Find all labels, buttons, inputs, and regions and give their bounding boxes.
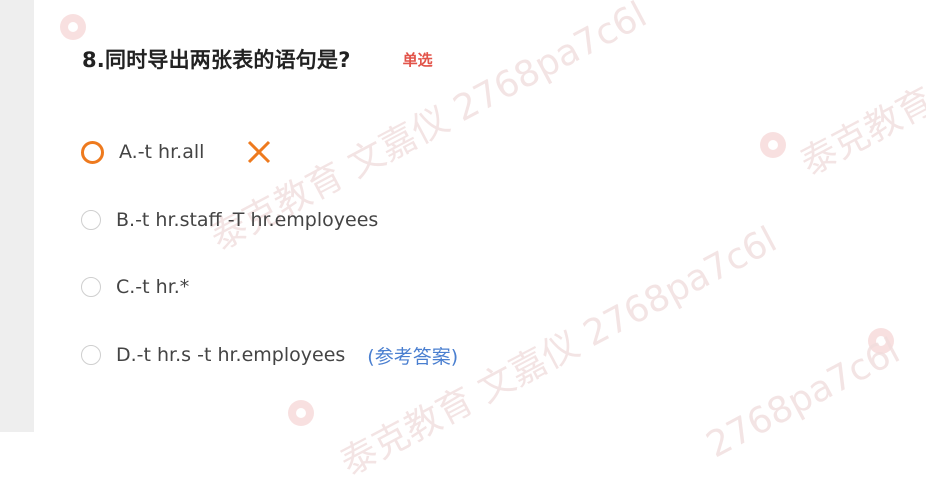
question-type-badge: 单选 xyxy=(402,50,433,69)
radio-selected-icon[interactable] xyxy=(81,140,104,164)
option-c[interactable]: C.-t hr.* xyxy=(81,272,189,302)
option-a[interactable]: A.-t hr.all xyxy=(81,137,272,167)
left-rail xyxy=(0,0,34,432)
option-d[interactable]: D.-t hr.s -t hr.employees (参考答案) xyxy=(81,340,458,370)
option-label: B.-t hr.staff -T hr.employees xyxy=(116,209,379,231)
radio-icon[interactable] xyxy=(81,210,101,230)
radio-icon[interactable] xyxy=(81,277,101,297)
option-label: A.-t hr.all xyxy=(119,141,205,163)
question-title: 8.同时导出两张表的语句是? xyxy=(82,48,351,72)
option-b[interactable]: B.-t hr.staff -T hr.employees xyxy=(81,205,378,235)
question-header: 8.同时导出两张表的语句是? 单选 xyxy=(82,44,433,74)
reference-answer-tag: (参考答案) xyxy=(367,345,459,368)
option-label: C.-t hr.* xyxy=(116,276,190,298)
radio-icon[interactable] xyxy=(81,345,101,365)
wrong-cross-icon xyxy=(248,140,271,164)
option-label: D.-t hr.s -t hr.employees xyxy=(116,344,346,366)
